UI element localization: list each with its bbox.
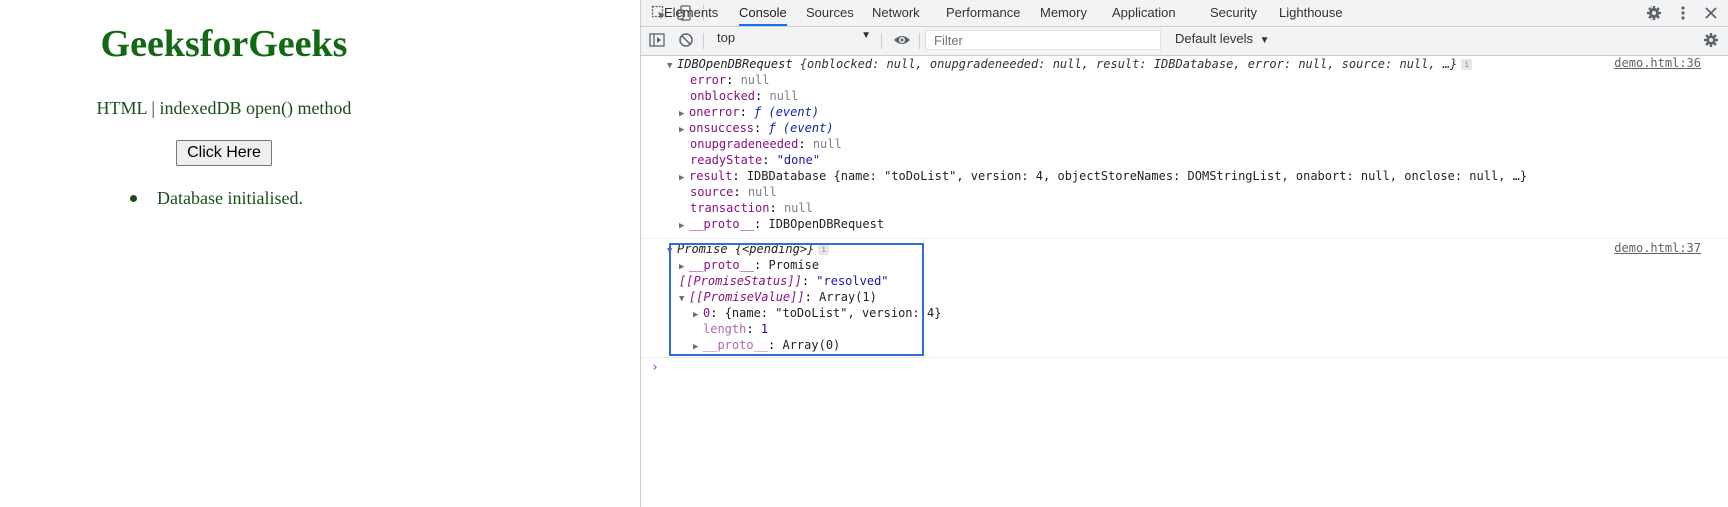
object-header[interactable]: ▼ Promise {<pending>} i <box>667 241 830 257</box>
close-icon[interactable] <box>1701 3 1721 23</box>
object-header[interactable]: ▼ IDBOpenDBRequest {onblocked: null, onup… <box>667 56 1473 72</box>
console-toolbar: top ▼ Default levels ▼ <box>641 27 1728 56</box>
property-row: onupgradeneeded: null <box>690 137 842 151</box>
result-list: Database initialised. <box>130 188 303 209</box>
property-row[interactable]: ▶ __proto__: Array(0) <box>693 337 840 353</box>
context-value: top <box>717 30 736 45</box>
tab-security[interactable]: Security <box>1210 0 1257 26</box>
clear-console-icon[interactable] <box>676 30 696 50</box>
source-link[interactable]: demo.html:36 <box>1614 56 1701 70</box>
page-subtitle: HTML | indexedDB open() method <box>96 98 352 118</box>
console-output: ▼ IDBOpenDBRequest {onblocked: null, onup… <box>641 56 1728 507</box>
page-title: GeeksforGeeks <box>100 23 348 65</box>
collapsed-triangle-icon: ▶ <box>693 310 699 320</box>
context-select[interactable]: top ▼ <box>717 30 871 50</box>
info-icon: i <box>818 244 830 255</box>
info-icon: i <box>1461 59 1473 70</box>
tab-application[interactable]: Application <box>1112 0 1176 26</box>
property-row[interactable]: ▶ onsuccess: ƒ (event) <box>679 120 834 136</box>
collapsed-triangle-icon: ▶ <box>679 173 685 183</box>
separator <box>703 33 704 49</box>
tab-memory[interactable]: Memory <box>1040 0 1087 26</box>
web-page: GeeksforGeeks HTML | indexedDB open() me… <box>0 0 640 507</box>
settings-icon[interactable] <box>1644 3 1664 23</box>
property-row: length: 1 <box>703 322 769 336</box>
tab-sources[interactable]: Sources <box>806 0 854 26</box>
tab-elements[interactable]: Elements <box>664 0 718 26</box>
property-row: source: null <box>690 185 777 199</box>
eye-icon[interactable] <box>892 30 912 50</box>
more-options-icon[interactable] <box>1673 3 1693 23</box>
tab-lighthouse[interactable]: Lighthouse <box>1279 0 1343 26</box>
property-row[interactable]: ▶ onerror: ƒ (event) <box>679 104 819 120</box>
property-row[interactable]: ▶ 0: {name: "toDoList", version: 4} <box>693 305 941 321</box>
property-row: onblocked: null <box>690 89 799 103</box>
collapsed-triangle-icon: ▶ <box>693 342 699 352</box>
expanded-triangle-icon: ▼ <box>679 294 685 304</box>
property-row[interactable]: ▼ [[PromiseValue]]: Array(1) <box>679 289 877 305</box>
property-row: readyState: "done" <box>690 153 821 167</box>
devtools-panel: Elements Console Sources Network Perform… <box>640 0 1728 507</box>
console-settings-icon[interactable] <box>1701 30 1721 50</box>
bullet-icon <box>130 195 137 202</box>
list-item: Database initialised. <box>130 188 303 209</box>
property-row[interactable]: ▶ __proto__: IDBOpenDBRequest <box>679 216 884 232</box>
chevron-down-icon: ▼ <box>861 30 871 41</box>
filter-input[interactable] <box>925 30 1161 50</box>
source-link[interactable]: demo.html:37 <box>1614 241 1701 255</box>
console-message: ▼ Promise {<pending>} i demo.html:37 ▶ __pr… <box>641 239 1728 358</box>
collapsed-triangle-icon: ▶ <box>679 125 685 135</box>
levels-label: Default levels <box>1175 31 1254 46</box>
property-row: error: null <box>690 73 770 87</box>
property-row[interactable]: ▶ __proto__: Promise <box>679 257 819 273</box>
property-row: transaction: null <box>690 201 813 215</box>
expanded-triangle-icon: ▼ <box>667 61 673 71</box>
separator <box>919 33 920 49</box>
console-prompt-icon[interactable]: › <box>651 360 659 375</box>
click-here-button[interactable]: Click Here <box>176 140 272 166</box>
tab-console[interactable]: Console <box>739 0 787 26</box>
separator <box>881 33 882 49</box>
console-message: ▼ IDBOpenDBRequest {onblocked: null, onup… <box>641 56 1728 239</box>
tab-performance[interactable]: Performance <box>946 0 1020 26</box>
devtools-tabbar: Elements Console Sources Network Perform… <box>641 0 1728 27</box>
list-item-text: Database initialised. <box>157 188 303 208</box>
chevron-down-icon: ▼ <box>1259 35 1270 46</box>
property-row[interactable]: ▶ result: IDBDatabase {name: "toDoList", … <box>679 168 1527 184</box>
collapsed-triangle-icon: ▶ <box>679 221 685 231</box>
tab-network[interactable]: Network <box>872 0 920 26</box>
sidebar-toggle-icon[interactable] <box>647 30 667 50</box>
log-levels-select[interactable]: Default levels ▼ <box>1175 31 1270 46</box>
expanded-triangle-icon: ▼ <box>667 246 673 256</box>
property-row: [[PromiseStatus]]: "resolved" <box>679 274 889 288</box>
